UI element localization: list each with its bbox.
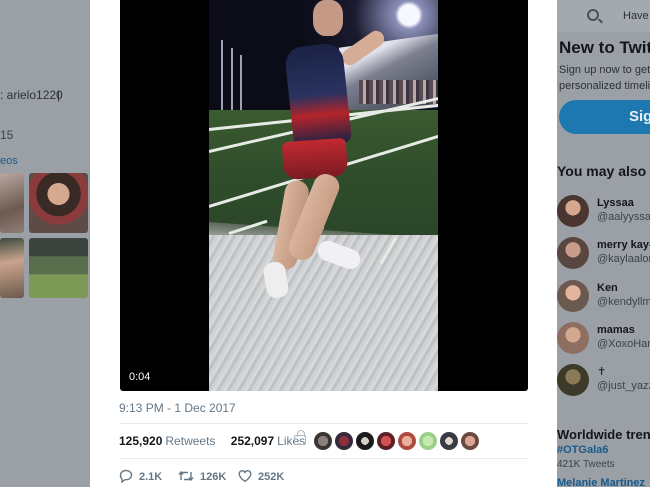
- profile-count-fragment: 15: [0, 128, 14, 142]
- profile-handle-fragment: : arielo1220: [0, 88, 63, 102]
- media-thumbnail: [29, 173, 88, 233]
- search-icon: [587, 9, 599, 21]
- retweets-stat-link[interactable]: 125,920 Retweets: [119, 434, 231, 448]
- tweet-stats: 125,920 Retweets 252,097 Likes: [119, 434, 317, 450]
- background-profile-column: : arielo1220 | 15 eos: [0, 0, 90, 487]
- lock-icon: [294, 430, 306, 445]
- avatar[interactable]: [314, 432, 332, 450]
- reply-button[interactable]: 2.1K: [119, 469, 162, 484]
- divider: [119, 423, 528, 424]
- tweet-modal: 0:04 9:13 PM - 1 Dec 2017 125,920 Retweet…: [90, 0, 557, 487]
- avatar[interactable]: [461, 432, 479, 450]
- avatar[interactable]: [419, 432, 437, 450]
- signup-description: Sign up now to get y personalized timeli…: [559, 64, 650, 92]
- photos-videos-link: eos: [0, 155, 18, 167]
- suggestion-item: mamas @XoxoHan: [557, 322, 650, 362]
- suggestion-item: merry kay- @kaylaalon: [557, 237, 650, 277]
- avatar: [557, 322, 589, 354]
- suggestion-item: ✝ @just_yazz: [557, 364, 650, 404]
- avatar: [557, 237, 589, 269]
- heart-icon: [238, 469, 252, 483]
- divider: [119, 458, 528, 459]
- video-player[interactable]: 0:04: [120, 0, 528, 391]
- trend-count: 421K Tweets: [557, 459, 615, 470]
- avatar[interactable]: [440, 432, 458, 450]
- video-frame[interactable]: [209, 0, 438, 391]
- suggestion-item: Lyssaa @aalyyssaa: [557, 195, 650, 235]
- avatar: [557, 195, 589, 227]
- like-button[interactable]: 252K: [238, 469, 284, 483]
- reply-icon: [119, 469, 133, 484]
- tweet-timestamp[interactable]: 9:13 PM - 1 Dec 2017: [119, 401, 236, 415]
- have-account-link: Have a: [623, 10, 650, 22]
- video-timecode: 0:04: [129, 371, 151, 383]
- media-thumbnail: [0, 238, 24, 298]
- new-to-twitter-heading: New to Twitte: [559, 38, 650, 57]
- trend-item: #OTGala6: [557, 444, 609, 456]
- avatar[interactable]: [356, 432, 374, 450]
- media-thumbnail: [0, 173, 24, 233]
- trend-item: Melanie Martinez: [557, 477, 646, 487]
- retweet-icon: [178, 470, 194, 482]
- avatar: [557, 280, 589, 312]
- suggestion-item: Ken @kendyllmo: [557, 280, 650, 320]
- avatar: [557, 364, 589, 396]
- signup-button: Sig: [559, 100, 650, 134]
- background-sidebar: Have a New to Twitte Sign up now to get …: [557, 0, 650, 487]
- profile-handle-separator: |: [57, 88, 61, 102]
- avatar[interactable]: [335, 432, 353, 450]
- worldwide-trends-heading: Worldwide tren: [557, 427, 650, 442]
- avatar[interactable]: [377, 432, 395, 450]
- you-may-also-like-heading: You may also li: [557, 163, 650, 179]
- avatar[interactable]: [398, 432, 416, 450]
- retweet-button[interactable]: 126K: [178, 469, 226, 483]
- media-thumbnail: [29, 238, 88, 298]
- cross-icon: ✝: [597, 366, 607, 378]
